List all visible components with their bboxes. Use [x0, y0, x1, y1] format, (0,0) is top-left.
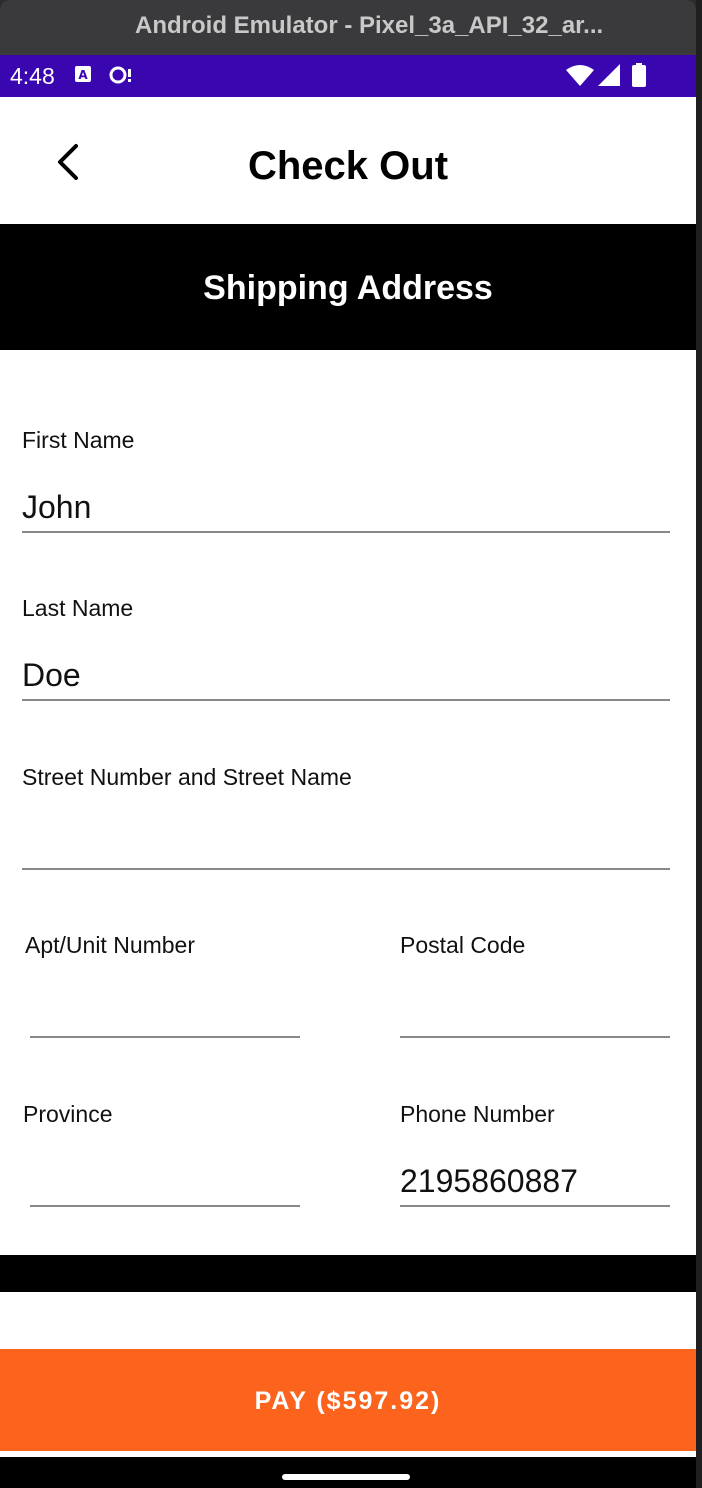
- last-name-label: Last Name: [22, 595, 134, 621]
- emulator-title-bar: Android Emulator - Pixel_3a_API_32_ar...: [0, 0, 696, 55]
- page-title: Check Out: [247, 144, 449, 188]
- emulator-window-title: Android Emulator - Pixel_3a_API_32_ar...: [135, 12, 604, 39]
- phone-number-label: Phone Number: [400, 1101, 555, 1127]
- cellular-signal-icon: [598, 64, 620, 91]
- home-gesture-pill[interactable]: [282, 1474, 410, 1480]
- street-input[interactable]: [22, 824, 670, 870]
- street-label: Street Number and Street Name: [22, 764, 352, 790]
- postal-code-field: Postal Code: [400, 932, 670, 1038]
- phone-number-field: Phone Number: [400, 1101, 670, 1207]
- app-bar: Check Out: [0, 97, 696, 224]
- svg-text:A: A: [78, 68, 88, 82]
- first-name-input[interactable]: [22, 487, 670, 533]
- apt-label: Apt/Unit Number: [25, 932, 196, 958]
- first-name-field: First Name: [22, 427, 670, 533]
- desktop-edge: [696, 0, 702, 1488]
- last-name-field: Last Name: [22, 595, 670, 701]
- battery-icon: [632, 63, 646, 92]
- apt-field: Apt/Unit Number: [25, 932, 300, 1038]
- navigation-bar: [0, 1457, 696, 1488]
- apt-input[interactable]: [30, 992, 300, 1038]
- phone-screen: 4:48 A Check Out Shipping Address First …: [0, 55, 696, 1488]
- text-notification-icon: A: [74, 65, 92, 88]
- divider-band: [0, 1255, 696, 1292]
- province-field: Province: [23, 1101, 300, 1207]
- province-label: Province: [23, 1101, 113, 1127]
- wifi-icon: [566, 64, 594, 91]
- postal-code-input[interactable]: [400, 992, 670, 1038]
- pay-button[interactable]: PAY ($597.92): [0, 1349, 696, 1451]
- first-name-label: First Name: [22, 427, 135, 453]
- last-name-input[interactable]: [22, 655, 670, 701]
- postal-code-label: Postal Code: [400, 932, 526, 958]
- shipping-address-header: Shipping Address: [0, 224, 696, 350]
- phone-number-input[interactable]: [400, 1161, 670, 1207]
- status-time: 4:48: [10, 63, 55, 89]
- province-input[interactable]: [30, 1161, 300, 1207]
- debug-notification-icon: [108, 65, 136, 90]
- street-field: Street Number and Street Name: [22, 764, 670, 870]
- status-bar: 4:48 A: [0, 55, 696, 97]
